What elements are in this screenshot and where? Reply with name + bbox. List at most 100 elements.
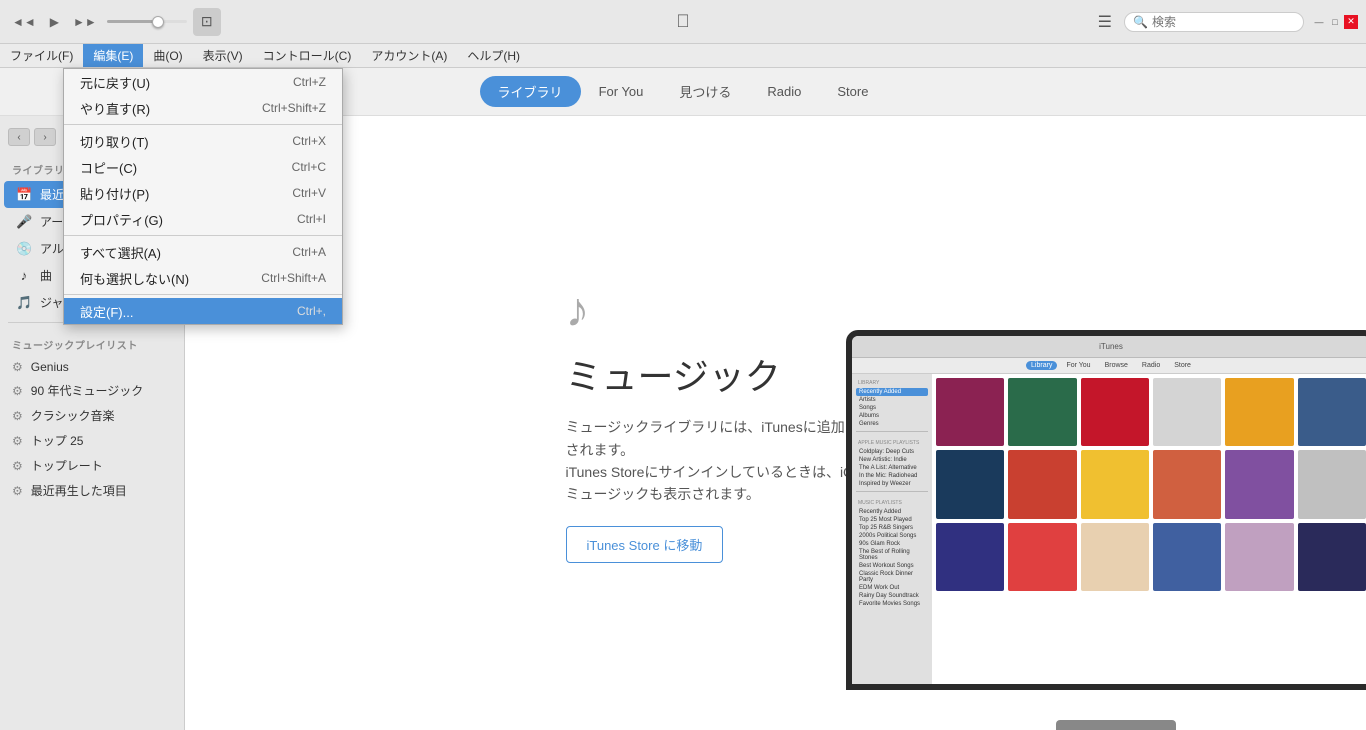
menu-controls[interactable]: コントロール(C) — [253, 44, 362, 67]
itunes-mini-tab-store[interactable]: Store — [1169, 361, 1196, 370]
menu-redo[interactable]: やり直す(R) Ctrl+Shift+Z — [64, 95, 342, 121]
menu-undo[interactable]: 元に戻す(U) Ctrl+Z — [64, 69, 342, 95]
tab-library[interactable]: ライブラリ — [480, 76, 581, 107]
menu-song[interactable]: 曲(O) — [143, 44, 192, 67]
sidebar-item-classic[interactable]: ⚙ クラシック音楽 — [0, 403, 184, 428]
album-thumbnail[interactable] — [1153, 523, 1221, 591]
menu-view[interactable]: 表示(V) — [193, 44, 253, 67]
itunes-mini-music-playlists-label: Music Playlists — [856, 498, 928, 508]
album-thumbnail[interactable] — [936, 523, 1004, 591]
album-thumbnail[interactable] — [1298, 450, 1366, 518]
music-desc-line2-prefix: iTunes Store — [566, 464, 645, 480]
menu-file[interactable]: ファイル(F) — [0, 44, 83, 67]
itunes-mini-tab-foryou[interactable]: For You — [1061, 361, 1095, 370]
itunes-mini-tab-library[interactable]: Library — [1026, 361, 1057, 370]
itunes-mini-genres[interactable]: Genres — [856, 420, 928, 428]
album-thumbnail[interactable] — [1225, 378, 1293, 446]
album-thumbnail[interactable] — [1008, 523, 1076, 591]
sidebar-item-top25[interactable]: ⚙ トップ 25 — [0, 428, 184, 453]
menu-properties[interactable]: プロパティ(G) Ctrl+I — [64, 206, 342, 232]
menu-settings[interactable]: 設定(F)... Ctrl+, — [64, 298, 342, 324]
fastforward-button[interactable]: ►► — [69, 13, 101, 31]
itunes-mini-rolling-stones[interactable]: The Best of Rolling Stones — [856, 548, 928, 562]
itunes-mini-artists[interactable]: Artists — [856, 396, 928, 404]
title-bar-center:  — [676, 11, 690, 32]
gear-icon-recent: ⚙ — [12, 484, 23, 498]
itunes-mini-rainy[interactable]: Rainy Day Soundtrack — [856, 592, 928, 600]
itunes-mini-inspired-weezer[interactable]: Inspired by Weezer — [856, 480, 928, 488]
tab-browse[interactable]: 見つける — [661, 76, 749, 107]
album-thumbnail[interactable] — [1008, 378, 1076, 446]
nav-back-button[interactable]: ‹ — [8, 128, 30, 146]
sidebar-item-recent-played[interactable]: ⚙ 最近再生した項目 — [0, 478, 184, 503]
album-thumbnail[interactable] — [1081, 523, 1149, 591]
sidebar-item-90s[interactable]: ⚙ 90 年代ミュージック — [0, 378, 184, 403]
album-thumbnail[interactable] — [1298, 378, 1366, 446]
menu-cut[interactable]: 切り取り(T) Ctrl+X — [64, 128, 342, 154]
album-thumbnail[interactable] — [1225, 523, 1293, 591]
album-thumbnail[interactable] — [936, 450, 1004, 518]
itunes-mini-tab-browse[interactable]: Browse — [1100, 361, 1133, 370]
itunes-mini-songs[interactable]: Songs — [856, 404, 928, 412]
itunes-mini-in-the-mic[interactable]: In the Mic: Radiohead — [856, 472, 928, 480]
album-thumbnail[interactable] — [1153, 378, 1221, 446]
album-thumbnail[interactable] — [936, 378, 1004, 446]
menu-help[interactable]: ヘルプ(H) — [457, 44, 530, 67]
itunes-mini-recently-added-2[interactable]: Recently Added — [856, 508, 928, 516]
sidebar-top25-label: トップ 25 — [31, 432, 84, 449]
apple-logo-icon:  — [676, 11, 690, 32]
rewind-button[interactable]: ◄◄ — [8, 13, 40, 31]
itunes-mini-header: iTunes — [852, 336, 1366, 358]
itunes-mini-coldplay[interactable]: Coldplay: Deep Cuts — [856, 448, 928, 456]
music-note-icon: ♪ — [16, 268, 32, 283]
itunes-mini-90s-glam[interactable]: 90s Glam Rock — [856, 540, 928, 548]
album-thumbnail[interactable] — [1081, 378, 1149, 446]
album-thumbnail[interactable] — [1225, 450, 1293, 518]
itunes-mini-workout[interactable]: Best Workout Songs — [856, 562, 928, 570]
search-input[interactable] — [1152, 15, 1302, 29]
menu-select-all[interactable]: すべて選択(A) Ctrl+A — [64, 239, 342, 265]
music-empty-icon: ♪ — [566, 283, 590, 338]
album-thumbnail[interactable] — [1008, 450, 1076, 518]
close-button[interactable]: ✕ — [1344, 15, 1358, 29]
volume-slider[interactable] — [107, 20, 187, 23]
album-thumbnail[interactable] — [1153, 450, 1221, 518]
menu-copy[interactable]: コピー(C) Ctrl+C — [64, 154, 342, 180]
itunes-mini-tab-radio[interactable]: Radio — [1137, 361, 1165, 370]
itunes-mini-edm[interactable]: EDM Work Out — [856, 584, 928, 592]
tab-radio[interactable]: Radio — [749, 78, 819, 105]
itunes-mini-rnb[interactable]: Top 25 R&B Singers — [856, 524, 928, 532]
itunes-mini-albums[interactable]: Albums — [856, 412, 928, 420]
tab-store[interactable]: Store — [819, 78, 886, 105]
itunes-mini-a-list[interactable]: The A List: Alternative — [856, 464, 928, 472]
itunes-mini-top25-2[interactable]: Top 25 Most Played — [856, 516, 928, 524]
microphone-icon: 🎤 — [16, 214, 32, 230]
itunes-mini-recently-added[interactable]: Recently Added — [856, 388, 928, 396]
sidebar-item-genius[interactable]: ⚙ Genius — [0, 356, 184, 378]
album-grid — [936, 378, 1366, 591]
sidebar-item-toprate[interactable]: ⚙ トップレート — [0, 453, 184, 478]
tab-for-you[interactable]: For You — [581, 78, 662, 105]
itunes-mini-movies[interactable]: Favorite Movies Songs — [856, 600, 928, 608]
album-thumbnail[interactable] — [1081, 450, 1149, 518]
airplay-button[interactable]: ⊡ — [193, 8, 221, 36]
itunes-mini-classic-rock[interactable]: Classic Rock Dinner Party — [856, 570, 928, 584]
itunes-store-button[interactable]: iTunes Store に移動 — [566, 526, 724, 563]
menu-account[interactable]: アカウント(A) — [361, 44, 457, 67]
itunes-mini-content — [932, 374, 1366, 684]
macbook-mockup: iTunes Library For You Browse Radio Stor… — [826, 330, 1366, 730]
menu-separator-2 — [64, 235, 342, 236]
play-button[interactable]: ▶ — [46, 13, 63, 31]
edit-dropdown-menu: 元に戻す(U) Ctrl+Z やり直す(R) Ctrl+Shift+Z 切り取り… — [63, 68, 343, 325]
list-view-button[interactable]: ☰ — [1094, 8, 1116, 36]
nav-forward-button[interactable]: › — [34, 128, 56, 146]
minimize-button[interactable]: — — [1312, 15, 1326, 29]
itunes-mini-2000s[interactable]: 2000s Political Songs — [856, 532, 928, 540]
gear-icon-toprate: ⚙ — [12, 459, 23, 473]
itunes-mini-new-artists[interactable]: New Artistic: Indie — [856, 456, 928, 464]
menu-paste[interactable]: 貼り付け(P) Ctrl+V — [64, 180, 342, 206]
album-thumbnail[interactable] — [1298, 523, 1366, 591]
menu-select-none[interactable]: 何も選択しない(N) Ctrl+Shift+A — [64, 265, 342, 291]
menu-edit[interactable]: 編集(E) — [83, 44, 143, 67]
maximize-button[interactable]: □ — [1328, 15, 1342, 29]
